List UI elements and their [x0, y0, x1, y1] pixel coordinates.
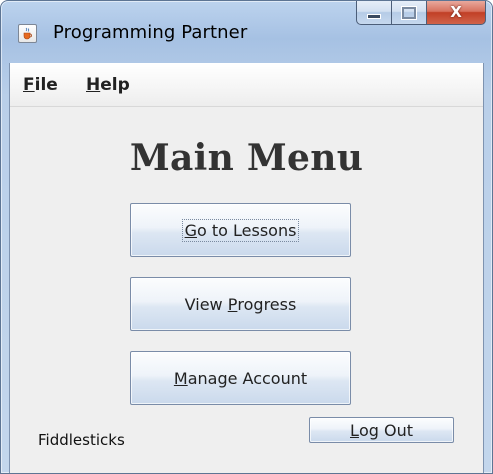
view-progress-mnemonic: P [227, 294, 238, 314]
username-label: Fiddlesticks [38, 431, 125, 449]
minimize-button[interactable] [356, 1, 391, 25]
main-menu-heading: Main Menu [129, 137, 364, 179]
menu-file-label: ile [34, 75, 58, 95]
menu-help[interactable]: Help [86, 75, 130, 95]
manage-account-button[interactable]: Manage Account [130, 351, 351, 405]
manage-account-label: anage Account [187, 368, 308, 388]
window-title: Programming Partner [53, 22, 248, 43]
go-to-lessons-button[interactable]: Go to Lessons [130, 203, 351, 257]
go-to-lessons-mnemonic: G [184, 220, 197, 240]
java-cup-icon[interactable] [18, 24, 37, 43]
log-out-button[interactable]: Log Out [309, 417, 454, 443]
title-bar[interactable]: Programming Partner X [1, 1, 492, 63]
menu-help-mnemonic: H [86, 75, 101, 95]
log-out-mnemonic: L [350, 420, 359, 440]
maximize-button[interactable] [391, 1, 426, 25]
caption-buttons: X [356, 1, 486, 25]
manage-account-mnemonic: M [173, 368, 188, 388]
menu-help-label: elp [100, 75, 130, 95]
client-area: File Help Main Menu Go to Lessons View P… [9, 63, 484, 473]
menu-bar: File Help [10, 63, 483, 107]
minimize-icon [367, 14, 381, 19]
menu-file-mnemonic: F [23, 75, 35, 95]
view-progress-label: rogress [237, 294, 297, 314]
maximize-icon [402, 6, 416, 19]
go-to-lessons-label: o to Lessons [196, 220, 297, 240]
focus-indicator: Go to Lessons [181, 218, 300, 242]
close-icon: X [450, 3, 462, 21]
view-progress-label-prefix: View [184, 294, 228, 314]
application-window: Programming Partner X File Help Main Men… [0, 0, 493, 474]
view-progress-button[interactable]: View Progress [130, 277, 351, 331]
close-button[interactable]: X [426, 1, 486, 25]
log-out-label: og Out [358, 420, 413, 440]
menu-file[interactable]: File [23, 75, 58, 95]
